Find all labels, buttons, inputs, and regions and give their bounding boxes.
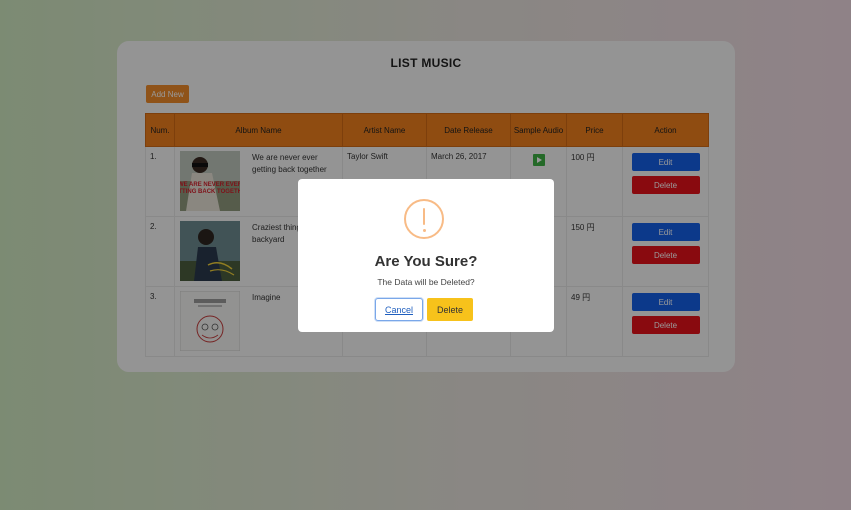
- cancel-button[interactable]: Cancel: [375, 298, 423, 321]
- confirm-delete-dialog: Are You Sure? The Data will be Deleted? …: [298, 179, 554, 332]
- warning-icon: [404, 199, 444, 239]
- dialog-title: Are You Sure?: [374, 253, 478, 270]
- dialog-message: The Data will be Deleted?: [377, 277, 475, 287]
- confirm-delete-button[interactable]: Delete: [427, 298, 473, 321]
